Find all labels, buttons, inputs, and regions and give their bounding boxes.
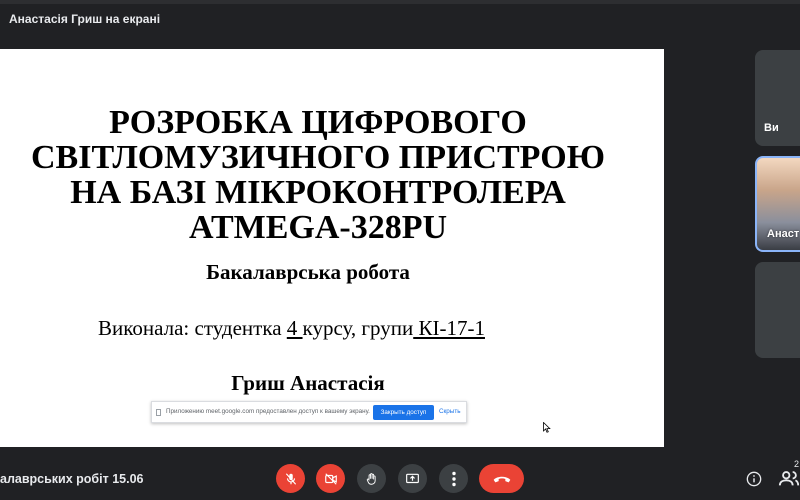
slide-title-line: ATMEGA-328PU xyxy=(188,209,448,246)
top-bar: Анастасія Гриш на екрані xyxy=(0,0,800,36)
hide-notice-link[interactable]: Скрыть xyxy=(439,408,461,415)
camera-off-icon xyxy=(324,472,337,485)
group-name: КІ-17-1 xyxy=(413,316,485,340)
top-divider xyxy=(0,0,800,4)
call-end-icon xyxy=(493,476,510,482)
share-notice-text: Приложению meet.google.com предоставлен … xyxy=(166,408,370,415)
participant-name: Анаст xyxy=(767,228,800,240)
info-icon[interactable] xyxy=(746,471,762,487)
slide-author: Гриш Анастасія xyxy=(231,371,385,395)
mic-toggle-button[interactable] xyxy=(276,464,305,493)
participant-name: Ви xyxy=(764,122,779,134)
participant-tile-presenter[interactable]: Анаст xyxy=(755,156,800,252)
performed-prefix: Виконала: студентка xyxy=(98,316,287,340)
slide-title-line: РОЗРОБКА ЦИФРОВОГО xyxy=(109,104,527,141)
participant-count: 2 xyxy=(794,459,800,469)
slide-performed-by: Виконала: студентка 4 курсу, групи КІ-17… xyxy=(98,316,485,341)
meeting-name: алаврських робіт 15.06 xyxy=(0,472,144,486)
raise-hand-icon xyxy=(366,472,376,485)
participant-tile-you[interactable]: Ви xyxy=(755,50,800,146)
more-vert-icon xyxy=(451,471,456,486)
stop-sharing-button[interactable]: Закрыть доступ xyxy=(373,405,434,420)
people-button[interactable]: 2 xyxy=(778,459,800,489)
performed-middle: курсу, групи xyxy=(302,316,414,340)
shared-screen-slide: РОЗРОБКА ЦИФРОВОГО СВІТЛОМУЗИЧНОГО ПРИСТ… xyxy=(0,49,664,447)
people-icon xyxy=(778,471,800,486)
present-screen-button[interactable] xyxy=(398,464,427,493)
participant-tile-empty[interactable] xyxy=(755,262,800,358)
camera-toggle-button[interactable] xyxy=(316,464,345,493)
screen-share-notice: Приложению meet.google.com предоставлен … xyxy=(151,401,467,423)
slide-title: РОЗРОБКА ЦИФРОВОГО СВІТЛОМУЗИЧНОГО ПРИСТ… xyxy=(0,105,636,245)
course-number: 4 xyxy=(286,316,303,340)
present-screen-icon xyxy=(406,473,419,483)
drag-handle-icon[interactable] xyxy=(156,409,161,416)
mouse-cursor-icon xyxy=(543,422,551,433)
raise-hand-button[interactable] xyxy=(357,464,386,493)
leave-call-button[interactable] xyxy=(479,464,524,493)
mic-off-icon xyxy=(285,472,296,485)
slide-subtitle: Бакалаврська робота xyxy=(206,260,410,284)
bottom-control-bar: алаврських робіт 15.06 2 xyxy=(0,455,800,500)
presenter-label: Анастасія Гриш на екрані xyxy=(9,12,161,26)
more-options-button[interactable] xyxy=(439,464,468,493)
slide-title-line: СВІТЛОМУЗИЧНОГО ПРИСТРОЮ xyxy=(31,139,605,176)
slide-title-line: НА БАЗІ МІКРОКОНТРОЛЕРА xyxy=(70,174,566,211)
